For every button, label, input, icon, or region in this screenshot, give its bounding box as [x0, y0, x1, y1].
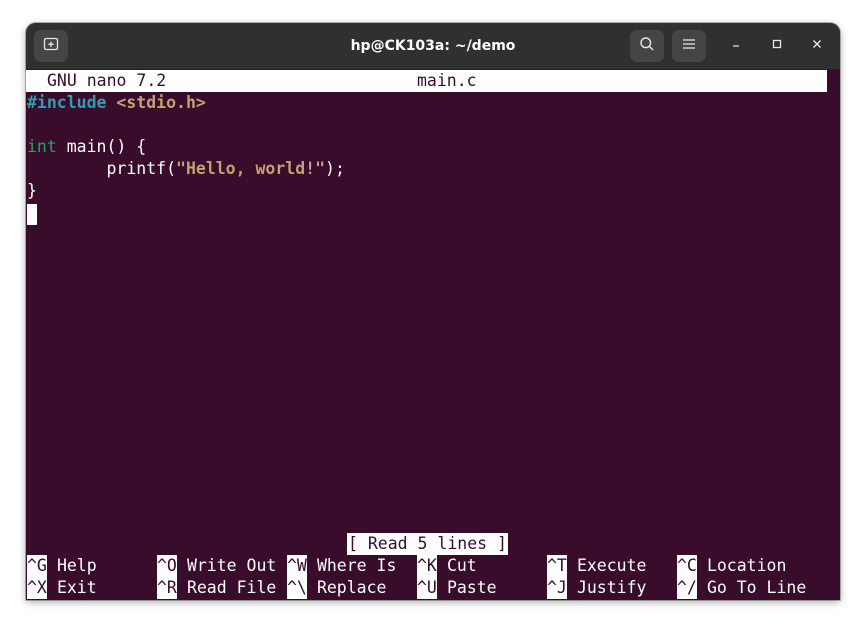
shortcut-location[interactable]: ^C Location: [677, 555, 786, 577]
shortcut-label: Where Is: [316, 556, 397, 575]
status-message: [ Read 5 lines ]: [347, 533, 508, 555]
closing-brace: }: [27, 181, 37, 200]
hamburger-menu-icon: [682, 37, 696, 55]
new-tab-button[interactable]: [34, 30, 68, 62]
printf-end: );: [325, 159, 345, 178]
shortcut-label: Exit: [56, 578, 97, 597]
shortcut-execute[interactable]: ^T Execute: [547, 555, 646, 577]
search-icon: [639, 36, 655, 57]
shortcut-label: Paste: [446, 578, 497, 597]
shortcut-key: ^U: [417, 577, 437, 599]
menu-button[interactable]: [672, 30, 706, 62]
shortcut-key: ^K: [417, 555, 437, 577]
terminal-window: hp@CK103a: ~/demo GNU nano 7.2 main.c #i…: [26, 23, 840, 600]
shortcut-key: ^G: [27, 555, 47, 577]
title-bar[interactable]: hp@CK103a: ~/demo: [26, 23, 840, 70]
shortcut-key: ^X: [27, 577, 47, 599]
printf-call: printf(: [27, 159, 177, 178]
shortcut-key: ^T: [547, 555, 567, 577]
search-button[interactable]: [630, 30, 664, 62]
include-header: <stdio.h>: [116, 93, 206, 112]
shortcut-help[interactable]: ^G Help: [27, 555, 97, 577]
window-title: hp@CK103a: ~/demo: [350, 38, 516, 54]
shortcut-label: Location: [706, 556, 787, 575]
shortcut-paste[interactable]: ^U Paste: [417, 577, 497, 599]
shortcut-key: ^O: [157, 555, 177, 577]
shortcut-exit[interactable]: ^X Exit: [27, 577, 97, 599]
include-directive: #include: [27, 93, 107, 112]
code-line-4[interactable]: printf("Hello, world!");: [27, 158, 345, 180]
shortcut-key: ^W: [287, 555, 307, 577]
shortcut-where-is[interactable]: ^W Where Is: [287, 555, 396, 577]
minimize-button[interactable]: [724, 34, 748, 58]
shortcut-cut[interactable]: ^K Cut: [417, 555, 477, 577]
shortcut-read-file[interactable]: ^R Read File: [157, 577, 276, 599]
string-literal: "Hello, world!": [176, 159, 326, 178]
shortcut-replace[interactable]: ^\ Replace: [287, 577, 386, 599]
shortcut-label: Cut: [446, 556, 477, 575]
close-icon: [811, 37, 823, 55]
code-line-3[interactable]: int main() {: [27, 136, 146, 158]
shortcut-justify[interactable]: ^J Justify: [547, 577, 646, 599]
shortcut-label: Replace: [316, 578, 387, 597]
new-tab-icon: [43, 36, 59, 57]
main-signature: main() {: [56, 137, 147, 156]
shortcut-key: ^/: [677, 577, 697, 599]
shortcut-label: Read File: [186, 578, 277, 597]
shortcut-label: Write Out: [186, 556, 277, 575]
shortcut-key: ^J: [547, 577, 567, 599]
shortcut-label: Help: [56, 556, 97, 575]
nano-version: GNU nano 7.2: [47, 71, 167, 90]
int-keyword: int: [27, 137, 57, 156]
shortcut-key: ^C: [677, 555, 697, 577]
terminal-area[interactable]: GNU nano 7.2 main.c #include <stdio.h> i…: [26, 70, 840, 600]
shortcut-label: Go To Line: [706, 578, 807, 597]
maximize-button[interactable]: [765, 34, 789, 58]
shortcut-write-out[interactable]: ^O Write Out: [157, 555, 276, 577]
code-line-5[interactable]: }: [27, 180, 37, 202]
nano-header-bar: GNU nano 7.2 main.c: [26, 70, 827, 92]
maximize-icon: [771, 37, 783, 55]
text-cursor: [27, 204, 37, 225]
shortcut-key: ^R: [157, 577, 177, 599]
shortcut-label: Execute: [576, 556, 647, 575]
close-button[interactable]: [805, 34, 829, 58]
shortcut-key: ^\: [287, 577, 307, 599]
code-line-1[interactable]: #include <stdio.h>: [27, 92, 206, 114]
minimize-icon: [730, 37, 742, 55]
shortcut-go-to-line[interactable]: ^/ Go To Line: [677, 577, 806, 599]
shortcut-label: Justify: [576, 578, 647, 597]
nano-filename: main.c: [417, 71, 477, 90]
